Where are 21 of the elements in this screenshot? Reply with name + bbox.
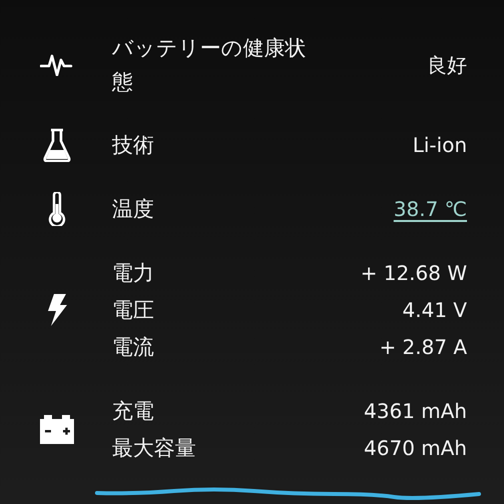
- value-link[interactable]: 38.7 ℃: [394, 196, 467, 220]
- car-battery-icon: [38, 413, 76, 445]
- setting-label: バッテリーの健康状態: [112, 35, 307, 96]
- thermometer-icon: [48, 192, 66, 226]
- flask-icon: [43, 128, 71, 162]
- setting-label: 充電: [112, 398, 154, 424]
- setting-label: 電圧: [112, 296, 154, 324]
- setting-label: 技術: [112, 132, 154, 158]
- setting-value: 良好: [427, 52, 467, 78]
- heartbeat-icon: [40, 54, 74, 76]
- setting-value: + 2.87 A: [379, 334, 467, 358]
- setting-label: 最大容量: [112, 434, 196, 462]
- lightning-icon: [46, 292, 68, 326]
- setting-label: 電力: [112, 260, 154, 286]
- setting-label: 電流: [112, 334, 154, 360]
- setting-value: 4.41 V: [402, 298, 467, 322]
- setting-value: 4670 mAh: [364, 436, 467, 460]
- setting-value: + 12.68 W: [360, 260, 467, 284]
- setting-label: 温度: [112, 196, 154, 222]
- setting-value: 4361 mAh: [364, 398, 467, 422]
- setting-value: Li-ion: [412, 132, 467, 156]
